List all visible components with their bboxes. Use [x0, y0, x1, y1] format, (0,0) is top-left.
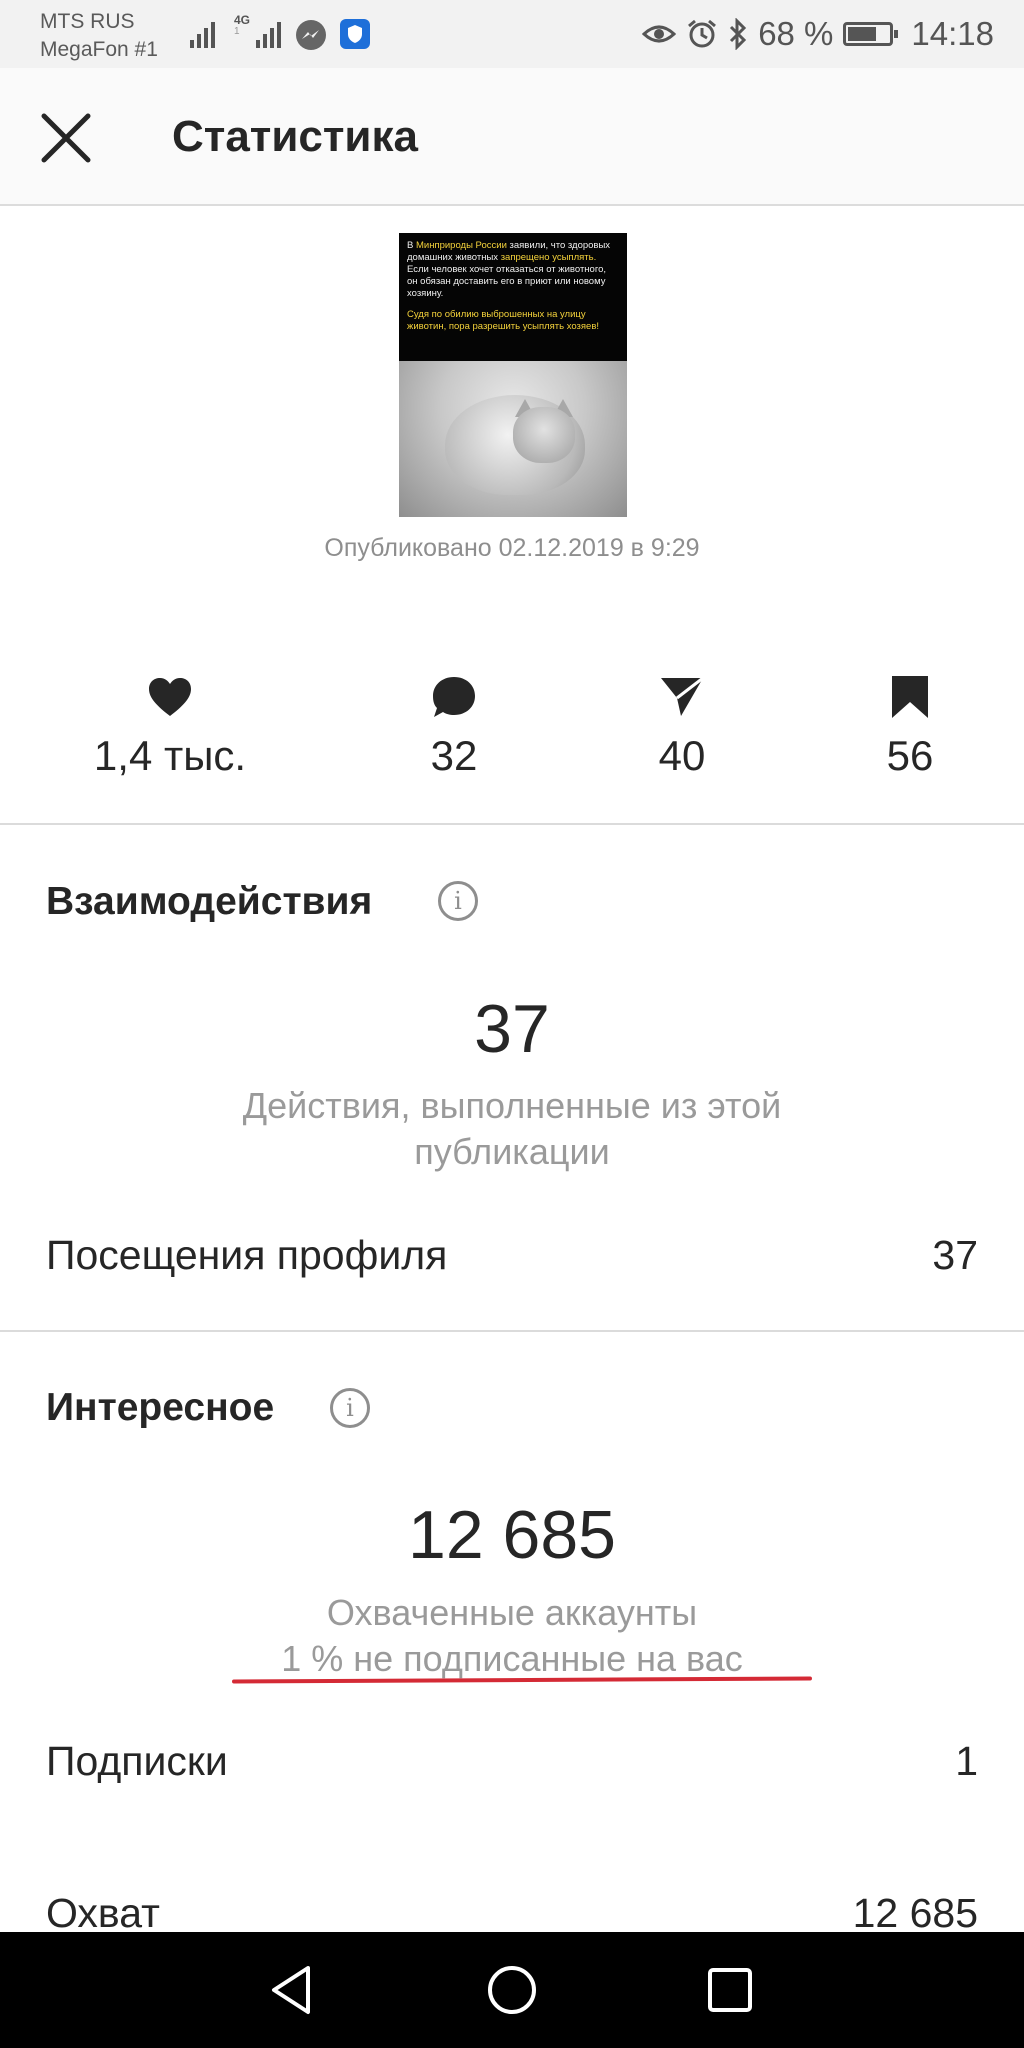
comment-icon [433, 677, 475, 717]
interactions-title: Взаимодействия [46, 880, 373, 923]
likes-stat: 1,4 тыс. [60, 670, 280, 780]
profile-visits-value: 37 [932, 1232, 978, 1278]
info-icon[interactable]: i [438, 881, 478, 921]
battery-icon [843, 22, 899, 46]
interactions-total: 37 [474, 991, 550, 1067]
share-icon [661, 676, 704, 716]
reach-label: Охват [46, 1890, 160, 1936]
shield-icon [340, 19, 370, 49]
discovery-total: 12 685 [408, 1497, 616, 1573]
discovery-description: Охваченные аккаунты 1 % не подписанные н… [0, 1590, 1024, 1682]
clock: 14:18 [911, 15, 994, 52]
battery-percent: 68 % [758, 15, 834, 52]
follows-value: 1 [955, 1738, 978, 1784]
status-right: 68 % 14:18 [642, 14, 994, 54]
carrier-info: MTS RUS MegaFon #1 [40, 8, 158, 64]
bookmark-icon [892, 676, 928, 718]
heart-icon [149, 678, 191, 716]
non-followers-label: 1 % не подписанные на вас [281, 1638, 743, 1679]
thumbnail-caption: В Минприроды России заявили, что здоровы… [399, 233, 627, 361]
network-type: 4G 1 [234, 13, 251, 37]
carrier-1: MTS RUS [40, 10, 135, 33]
comments-count: 32 [430, 732, 478, 779]
divider [0, 1330, 1024, 1332]
back-icon[interactable] [262, 1960, 322, 2020]
status-bar: MTS RUS MegaFon #1 4G 1 68 % 14:18 [0, 0, 1024, 68]
system-nav-bar [0, 1932, 1024, 2048]
info-icon[interactable]: i [330, 1388, 370, 1428]
alarm-icon [688, 19, 717, 48]
likes-count: 1,4 тыс. [93, 732, 247, 779]
accounts-reached-label: Охваченные аккаунты [326, 1592, 698, 1633]
saves-count: 56 [886, 732, 934, 779]
reach-value: 12 685 [852, 1890, 978, 1936]
messenger-icon [296, 20, 326, 50]
home-icon[interactable] [482, 1960, 542, 2020]
recents-icon[interactable] [700, 1960, 760, 2020]
shares-count: 40 [658, 732, 706, 779]
post-thumbnail[interactable]: В Минприроды России заявили, что здоровы… [399, 233, 627, 517]
saves-stat: 56 [800, 670, 1020, 780]
caption-line: В Минприроды России заявили, что здоровы… [407, 240, 611, 299]
close-icon[interactable] [36, 108, 96, 168]
profile-visits-label: Посещения профиля [46, 1232, 448, 1278]
interactions-description: Действия, выполненные из этой публикации [242, 1085, 782, 1172]
divider [0, 823, 1024, 825]
signal-icon [256, 18, 290, 48]
bluetooth-icon [730, 18, 747, 50]
discovery-title: Интересное [46, 1386, 275, 1429]
cat-photo [399, 361, 627, 517]
signal-icon [190, 18, 224, 48]
eye-icon [642, 25, 677, 43]
page-title: Статистика [172, 112, 418, 161]
shares-stat: 40 [572, 670, 792, 780]
caption-line: Судя по обилию выброшенных на улицу живо… [407, 309, 600, 332]
follows-label: Подписки [46, 1738, 228, 1784]
published-date: Опубликовано 02.12.2019 в 9:29 [324, 534, 700, 562]
app-header: Статистика [0, 68, 1024, 206]
comments-stat: 32 [344, 670, 564, 780]
carrier-2: MegaFon #1 [40, 38, 158, 61]
